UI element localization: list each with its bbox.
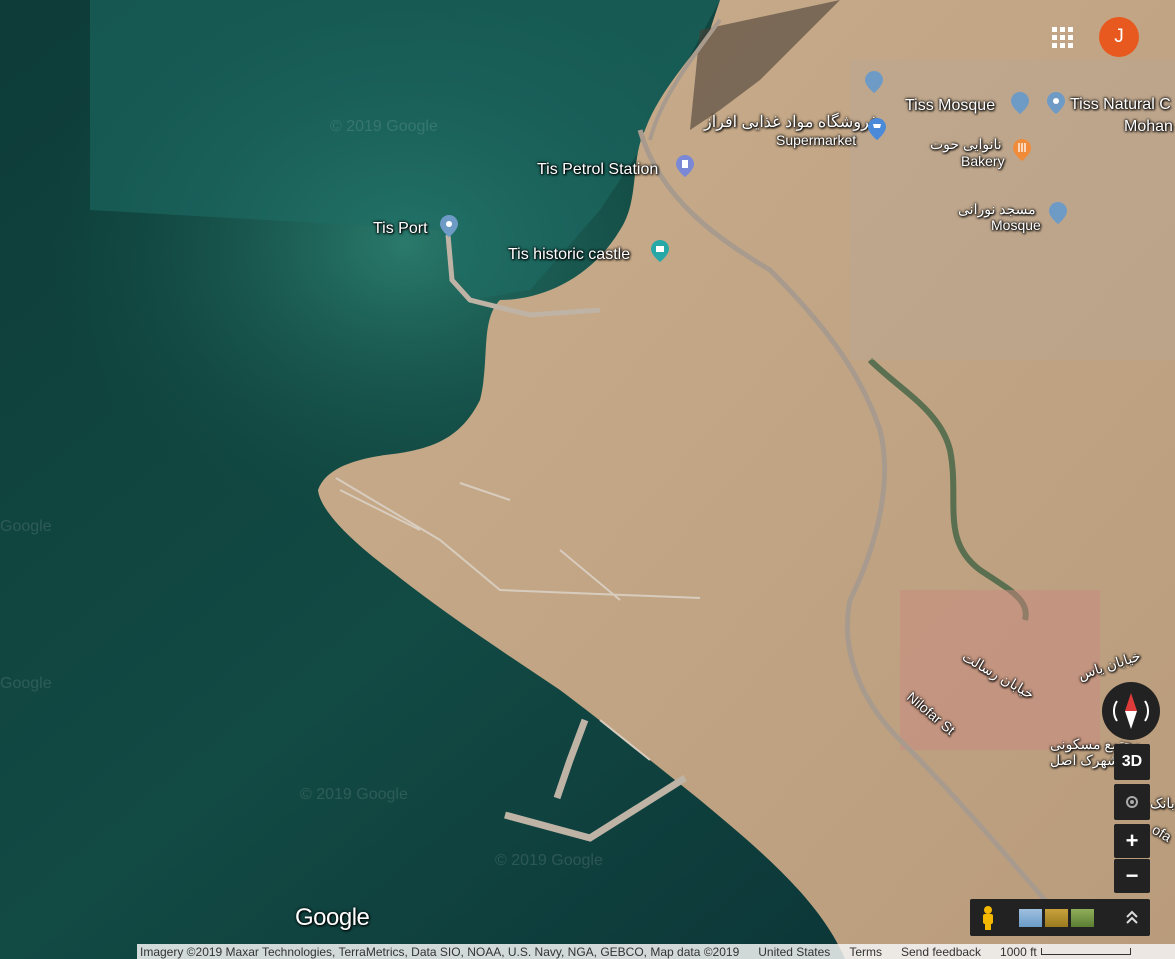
imagery-credit: Imagery ©2019 Maxar Technologies, TerraM…	[140, 944, 740, 959]
place-label-port[interactable]: Tis Port	[373, 220, 428, 238]
terms-link[interactable]: Terms	[849, 945, 882, 959]
zoom-in-button[interactable]: +	[1114, 824, 1150, 858]
mosque-pin-icon[interactable]	[865, 71, 883, 93]
place-label-tiss-mosque[interactable]: Tiss Mosque	[905, 97, 995, 115]
watermark: Google	[0, 675, 52, 692]
gas-station-pin-icon[interactable]	[676, 155, 694, 177]
place-label-tiss-natural[interactable]: Tiss Natural C	[1070, 96, 1171, 114]
account-avatar[interactable]: J	[1099, 17, 1139, 57]
watermark: Google	[0, 518, 52, 535]
place-label-bakery-fa[interactable]: نانوایی حوت	[930, 137, 1002, 152]
place-pin-icon[interactable]	[1047, 92, 1065, 114]
attribution-bar: Imagery ©2019 Maxar Technologies, TerraM…	[137, 944, 1175, 959]
scale-bar[interactable]	[1040, 948, 1131, 955]
watermark: © 2019 Google	[330, 118, 438, 135]
place-pin-icon[interactable]	[440, 215, 458, 237]
place-label-mohan[interactable]: Mohan	[1124, 118, 1173, 136]
apps-grid-icon[interactable]	[1052, 27, 1074, 49]
watermark: © 2019 Google	[300, 786, 408, 803]
place-label-mosque-fa[interactable]: مسجد نورانی	[958, 202, 1036, 217]
shopping-cart-pin-icon[interactable]	[868, 118, 886, 140]
layer-thumb-1[interactable]	[1019, 909, 1042, 927]
layer-thumb-3[interactable]	[1071, 909, 1094, 927]
place-label-mosque[interactable]: Mosque	[991, 218, 1041, 233]
layers-panel[interactable]	[970, 899, 1150, 936]
my-location-button[interactable]	[1114, 784, 1150, 820]
feedback-link[interactable]: Send feedback	[901, 945, 981, 959]
zoom-out-button[interactable]: −	[1114, 859, 1150, 893]
watermark: © 2019 Google	[495, 852, 603, 869]
chevron-up-icon[interactable]	[1125, 909, 1139, 925]
place-label-bakery[interactable]: Bakery	[961, 154, 1005, 169]
region-link[interactable]: United States	[758, 945, 830, 959]
place-label-supermarket-fa[interactable]: فروشگاه مواد غذایی افراز	[704, 114, 878, 132]
pegman-icon[interactable]	[979, 905, 997, 930]
mosque-pin-icon[interactable]	[1049, 202, 1067, 224]
mosque-pin-icon[interactable]	[1011, 92, 1029, 114]
place-label-bank[interactable]: بانک	[1150, 796, 1175, 811]
scale-label[interactable]: 1000 ft	[1000, 945, 1037, 959]
location-target-icon	[1126, 796, 1138, 808]
place-label-petrol[interactable]: Tis Petrol Station	[537, 161, 658, 179]
compass-icon[interactable]	[1101, 681, 1161, 741]
restaurant-pin-icon[interactable]	[1013, 139, 1031, 161]
place-label-supermarket[interactable]: Supermarket	[776, 133, 856, 148]
view-3d-button[interactable]: 3D	[1114, 744, 1150, 780]
castle-pin-icon[interactable]	[651, 240, 669, 262]
layer-thumb-2[interactable]	[1045, 909, 1068, 927]
google-logo: Google	[295, 904, 370, 931]
place-label-castle[interactable]: Tis historic castle	[508, 246, 630, 264]
place-label-shahrak[interactable]: شهرک اصل	[1050, 753, 1119, 768]
